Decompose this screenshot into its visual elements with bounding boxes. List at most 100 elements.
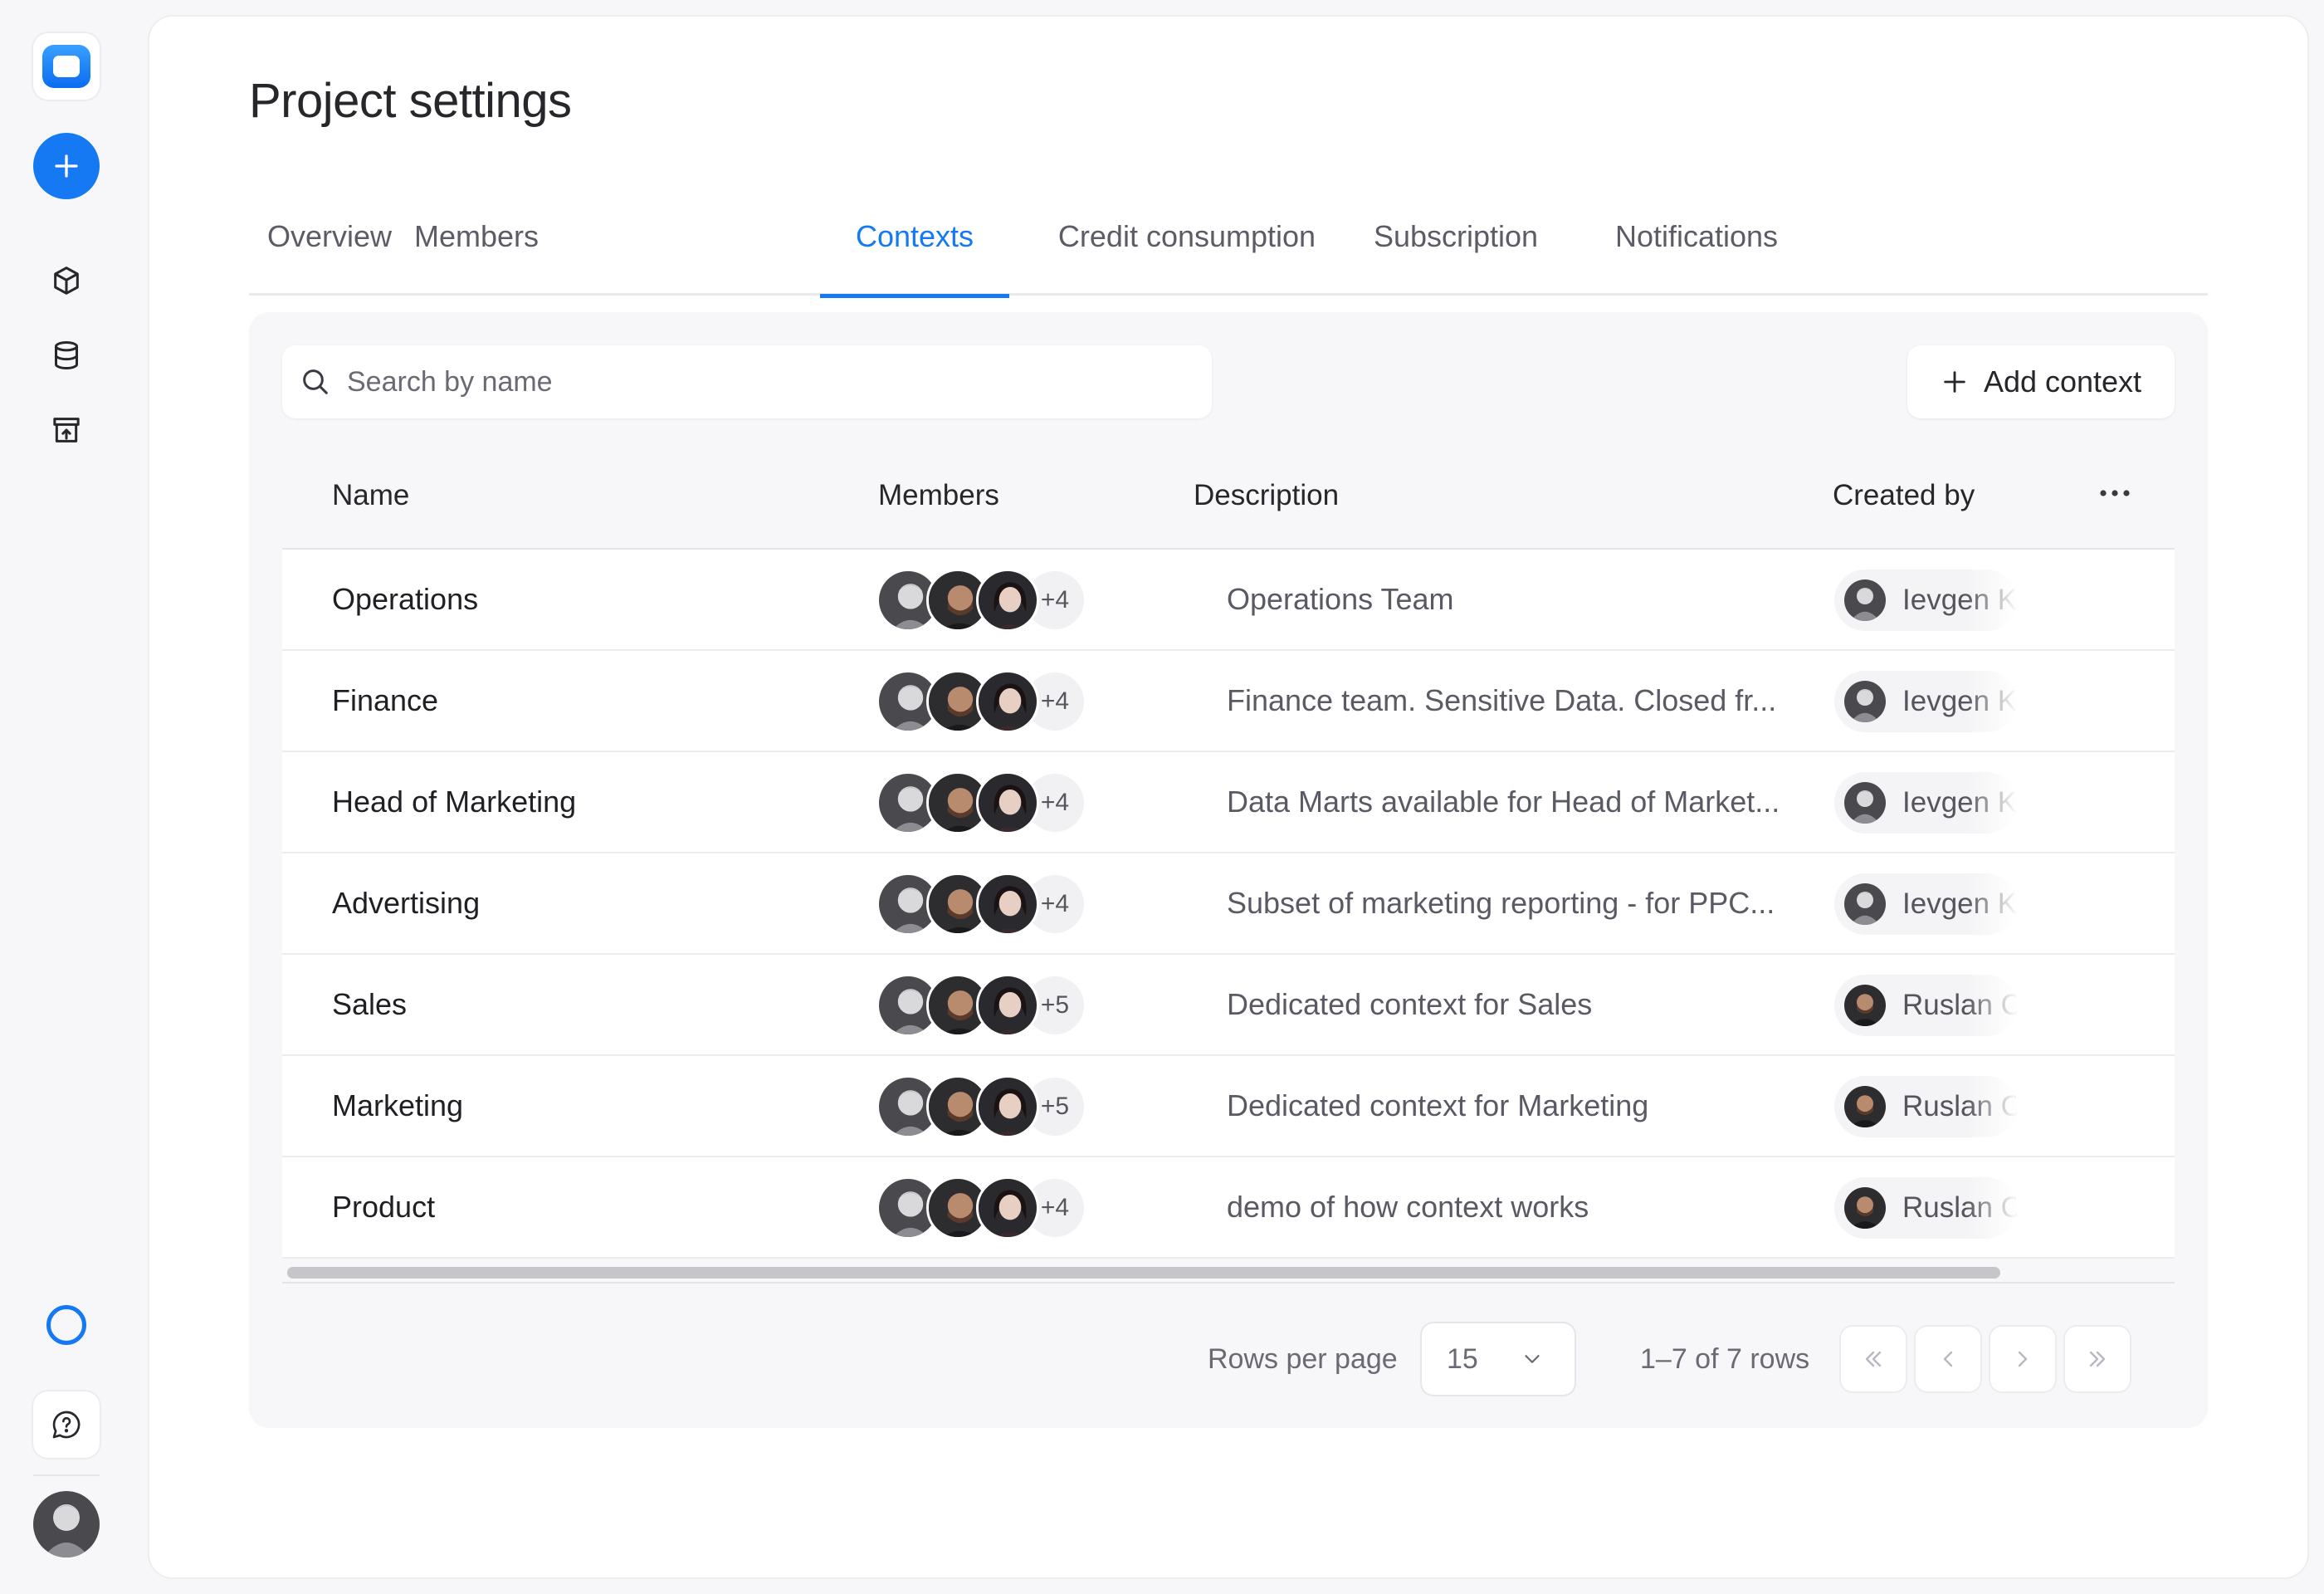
member-avatars[interactable]: +4 <box>876 568 1084 633</box>
nav-archive-button[interactable] <box>42 405 91 455</box>
context-name: Advertising <box>332 886 481 920</box>
creator-name: Ruslan C <box>1902 989 2017 1021</box>
last-page-icon <box>2089 1351 2106 1367</box>
settings-tabs: Overview Members Contexts Credit consump… <box>249 183 2208 298</box>
add-context-button[interactable]: Add context <box>1907 345 2175 418</box>
user-avatar-image <box>33 1491 100 1557</box>
tab-credit-consumption[interactable]: Credit consumption <box>1046 183 1328 296</box>
member-avatars[interactable]: +4 <box>876 770 1084 835</box>
member-avatar <box>976 873 1039 936</box>
member-avatars[interactable]: +4 <box>876 872 1084 936</box>
table-header: Name Members Description Created by <box>282 442 2175 550</box>
horizontal-scrollbar[interactable] <box>282 1259 2175 1284</box>
status-ring-icon[interactable] <box>33 1292 100 1358</box>
creator-name: Ruslan C <box>1902 1090 2017 1122</box>
prev-page-button[interactable] <box>1916 1327 1980 1391</box>
creator-chip[interactable]: Ievgen K <box>1834 671 2017 732</box>
page-title: Project settings <box>249 74 572 128</box>
tab-subscription[interactable]: Subscription <box>1365 183 1547 296</box>
help-chat-button[interactable] <box>33 1391 100 1458</box>
column-header-created-by[interactable]: Created by <box>1833 442 1975 550</box>
creator-chip[interactable]: Ruslan C <box>1834 1076 2017 1137</box>
rows-per-page-select[interactable]: 15 <box>1422 1323 1575 1395</box>
column-header-name[interactable]: Name <box>332 442 409 550</box>
search-input[interactable] <box>347 365 1177 398</box>
creator-avatar <box>1844 1187 1886 1229</box>
tab-notifications[interactable]: Notifications <box>1589 183 1804 296</box>
creator-name: Ievgen K <box>1902 786 2017 819</box>
app-logo-icon[interactable] <box>33 33 100 100</box>
context-description: Dedicated context for Marketing <box>1227 1088 1649 1122</box>
context-description: Finance team. Sensitive Data. Closed fr.… <box>1227 683 1777 717</box>
context-name: Product <box>332 1190 436 1224</box>
table-body: Operations +4 Operations Team Ievgen K F… <box>282 550 2175 1259</box>
member-avatar <box>976 1075 1039 1138</box>
next-page-button[interactable] <box>1990 1327 2055 1391</box>
creator-avatar <box>1844 782 1886 824</box>
search-box[interactable] <box>282 345 1212 418</box>
member-avatars[interactable]: +5 <box>876 973 1084 1038</box>
member-avatars[interactable]: +4 <box>876 669 1084 734</box>
context-name: Operations <box>332 582 479 616</box>
page-range-text: 1–7 of 7 rows <box>1640 1343 1810 1375</box>
column-header-members[interactable]: Members <box>878 442 999 550</box>
archive-icon <box>53 418 80 443</box>
nav-cube-button[interactable] <box>42 256 91 306</box>
table-row[interactable]: Finance +4 Finance team. Sensitive Data.… <box>282 651 2175 752</box>
table-row[interactable]: Marketing +5 Dedicated context for Marke… <box>282 1056 2175 1157</box>
help-chat-icon <box>52 1411 81 1439</box>
creator-chip[interactable]: Ievgen K <box>1834 873 2017 935</box>
nav-database-button[interactable] <box>42 330 91 380</box>
last-page-button[interactable] <box>2065 1327 2130 1391</box>
cube-icon <box>54 266 79 295</box>
more-horizontal-icon[interactable] <box>2095 477 2135 510</box>
creator-chip[interactable]: Ievgen K <box>1834 570 2017 631</box>
creator-name: Ievgen K <box>1902 685 2017 717</box>
tab-contexts[interactable]: Contexts <box>820 183 1009 298</box>
creator-avatar <box>1844 579 1886 621</box>
rail-divider <box>33 1474 100 1476</box>
member-avatars[interactable]: +5 <box>876 1074 1084 1139</box>
member-avatar <box>976 670 1039 733</box>
creator-avatar <box>1844 1086 1886 1127</box>
add-context-label: Add context <box>1983 364 2142 398</box>
creator-chip[interactable]: Ruslan C <box>1834 975 2017 1036</box>
rows-per-page-value: 15 <box>1447 1342 1478 1375</box>
table-row[interactable]: Sales +5 Dedicated context for Sales Rus… <box>282 955 2175 1056</box>
tab-members[interactable]: Members <box>410 183 543 296</box>
user-avatar[interactable] <box>33 1491 100 1557</box>
contexts-table: Name Members Description Created by Oper… <box>282 442 2175 1284</box>
creator-avatar <box>1844 681 1886 722</box>
member-avatar <box>976 569 1039 632</box>
context-name: Sales <box>332 987 408 1021</box>
context-description: Operations Team <box>1227 582 1454 616</box>
creator-avatar <box>1844 883 1886 925</box>
scrollbar-thumb[interactable] <box>287 1267 2000 1279</box>
first-page-button[interactable] <box>1841 1327 1906 1391</box>
table-row[interactable]: Advertising +4 Subset of marketing repor… <box>282 853 2175 955</box>
table-row[interactable]: Head of Marketing +4 Data Marts availabl… <box>282 752 2175 853</box>
plus-icon <box>1944 371 1965 393</box>
creator-chip[interactable]: Ievgen K <box>1834 772 2017 834</box>
creator-chip[interactable]: Ruslan C <box>1834 1177 2017 1239</box>
context-name: Finance <box>332 683 439 717</box>
contexts-panel: Add context Name Members Description Cre… <box>249 312 2208 1428</box>
member-avatars[interactable]: +4 <box>876 1176 1084 1240</box>
new-item-button[interactable] <box>33 133 100 199</box>
column-header-description[interactable]: Description <box>1194 442 1339 550</box>
creator-avatar <box>1844 985 1886 1026</box>
creator-name: Ievgen K <box>1902 584 2017 616</box>
database-icon <box>55 341 78 370</box>
next-page-icon <box>2018 1351 2028 1367</box>
context-description: Data Marts available for Head of Market.… <box>1227 785 1780 819</box>
chevron-down-icon <box>1525 1355 1540 1363</box>
left-rail <box>0 0 133 1594</box>
main-card: Project settings Overview Members Contex… <box>149 17 2307 1577</box>
table-row[interactable]: Product +4 demo of how context works Rus… <box>282 1157 2175 1259</box>
plus-icon <box>55 154 78 178</box>
prev-page-icon <box>1943 1351 1953 1367</box>
member-avatar <box>976 1176 1039 1240</box>
member-avatar <box>976 974 1039 1037</box>
table-row[interactable]: Operations +4 Operations Team Ievgen K <box>282 550 2175 651</box>
tab-overview[interactable]: Overview <box>267 183 392 296</box>
